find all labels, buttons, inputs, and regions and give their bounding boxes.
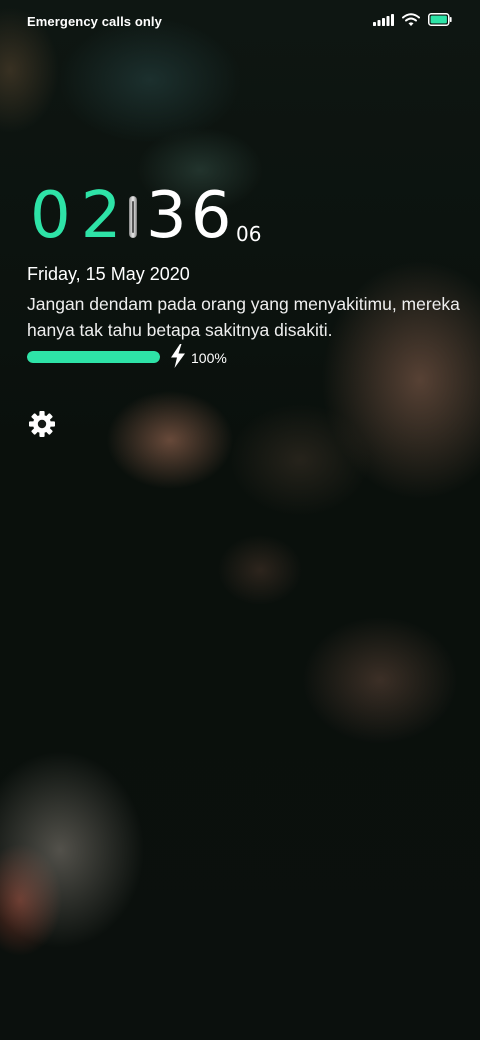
gear-icon (28, 411, 56, 442)
battery-percentage: 100% (191, 350, 227, 366)
clock-seconds-indicator (129, 196, 137, 238)
date-label: Friday, 15 May 2020 (27, 264, 190, 284)
lightning-bolt-icon (169, 344, 187, 373)
battery-icon (428, 13, 452, 31)
lockscreen-clock: 02 36 06 (28, 184, 328, 254)
battery-progress-bar (27, 351, 160, 363)
lockscreen-message: Jangan dendam pada orang yang menyakitim… (27, 294, 460, 340)
wifi-icon (402, 12, 420, 32)
battery-progress-fill (27, 351, 160, 363)
carrier-status-text: Emergency calls only (27, 14, 162, 29)
battery-status: 100% (27, 344, 287, 370)
signal-bars-icon (373, 13, 394, 31)
clock-hours: 02 (30, 179, 132, 253)
status-bar: Emergency calls only (0, 0, 480, 44)
clock-minutes: 36 (146, 179, 236, 253)
lockscreen-wallpaper (0, 0, 480, 1040)
clock-seconds: 06 (236, 222, 262, 246)
status-icons (373, 12, 452, 32)
settings-button[interactable] (28, 410, 56, 438)
